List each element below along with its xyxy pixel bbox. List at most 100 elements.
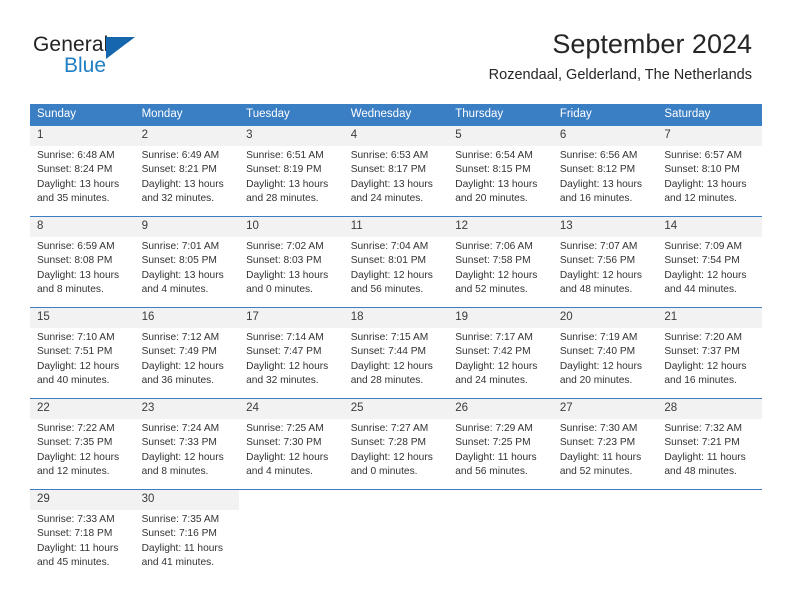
- day-details: Sunrise: 7:25 AM Sunset: 7:30 PM Daylight:…: [239, 419, 344, 480]
- daylight-text-line2: and 52 minutes.: [455, 284, 528, 296]
- calendar-cell[interactable]: 4 Sunrise: 6:53 AM Sunset: 8:17 PM Daylight…: [343, 125, 449, 217]
- sunrise-text: Sunrise: 7:10 AM: [37, 332, 115, 343]
- weekday-header-sunday: Sunday: [30, 104, 135, 126]
- daylight-text-line2: and 12 minutes.: [37, 466, 110, 478]
- calendar-cell[interactable]: 2 Sunrise: 6:49 AM Sunset: 8:21 PM Daylight…: [134, 125, 240, 217]
- daylight-text-line1: Daylight: 13 hours: [141, 269, 224, 281]
- day-number: 30: [134, 490, 240, 510]
- calendar-cell[interactable]: 25 Sunrise: 7:27 AM Sunset: 7:28 PM Dayligh…: [343, 398, 449, 490]
- logo-text-blue: Blue: [64, 54, 107, 77]
- day-number: [239, 490, 344, 510]
- daylight-text-line1: Daylight: 13 hours: [246, 269, 329, 281]
- sunset-text: Sunset: 7:35 PM: [37, 437, 113, 449]
- day-details: Sunrise: 7:02 AM Sunset: 8:03 PM Daylight:…: [239, 237, 344, 298]
- calendar-cell[interactable]: 29 Sunrise: 7:33 AM Sunset: 7:18 PM Dayligh…: [30, 489, 135, 580]
- calendar-cell[interactable]: 5 Sunrise: 6:54 AM Sunset: 8:15 PM Daylight…: [448, 125, 553, 217]
- day-number: 11: [343, 217, 449, 237]
- calendar-cell[interactable]: 11 Sunrise: 7:04 AM Sunset: 8:01 PM Dayligh…: [343, 216, 449, 308]
- daylight-text-line1: Daylight: 12 hours: [559, 360, 642, 372]
- calendar-cell[interactable]: 19 Sunrise: 7:17 AM Sunset: 7:42 PM Dayligh…: [448, 307, 553, 399]
- calendar-cell[interactable]: 18 Sunrise: 7:15 AM Sunset: 7:44 PM Dayligh…: [343, 307, 449, 399]
- calendar-cell[interactable]: 26 Sunrise: 7:29 AM Sunset: 7:25 PM Dayligh…: [448, 398, 553, 490]
- sunset-text: Sunset: 7:47 PM: [246, 346, 322, 358]
- day-details: Sunrise: 7:33 AM Sunset: 7:18 PM Daylight:…: [30, 510, 135, 571]
- calendar-cell[interactable]: 16 Sunrise: 7:12 AM Sunset: 7:49 PM Dayligh…: [134, 307, 240, 399]
- weekday-header-saturday: Saturday: [657, 104, 762, 126]
- calendar-cell[interactable]: 21 Sunrise: 7:20 AM Sunset: 7:37 PM Dayligh…: [657, 307, 762, 399]
- calendar-cell[interactable]: 12 Sunrise: 7:06 AM Sunset: 7:58 PM Dayligh…: [448, 216, 553, 308]
- day-details: Sunrise: 7:06 AM Sunset: 7:58 PM Daylight:…: [448, 237, 553, 298]
- calendar-cell[interactable]: 1 Sunrise: 6:48 AM Sunset: 8:24 PM Daylight…: [30, 125, 135, 217]
- calendar-cell-empty: [657, 489, 762, 580]
- daylight-text-line2: and 8 minutes.: [141, 466, 209, 478]
- day-number: 26: [448, 399, 553, 419]
- day-number: 16: [134, 308, 240, 328]
- sunrise-text: Sunrise: 7:30 AM: [559, 423, 638, 434]
- daylight-text-line2: and 4 minutes.: [141, 284, 209, 296]
- daylight-text-line1: Daylight: 12 hours: [455, 269, 538, 281]
- calendar-cell[interactable]: 6 Sunrise: 6:56 AM Sunset: 8:12 PM Daylight…: [552, 125, 658, 217]
- daylight-text-line1: Daylight: 12 hours: [246, 360, 329, 372]
- calendar-cell[interactable]: 28 Sunrise: 7:32 AM Sunset: 7:21 PM Dayligh…: [657, 398, 762, 490]
- calendar-cell[interactable]: 20 Sunrise: 7:19 AM Sunset: 7:40 PM Dayligh…: [552, 307, 658, 399]
- sunset-text: Sunset: 7:25 PM: [455, 437, 531, 449]
- calendar-cell[interactable]: 7 Sunrise: 6:57 AM Sunset: 8:10 PM Daylight…: [657, 125, 762, 217]
- day-details: Sunrise: 7:27 AM Sunset: 7:28 PM Daylight:…: [344, 419, 449, 480]
- daylight-text-line1: Daylight: 11 hours: [37, 542, 119, 554]
- calendar-cell[interactable]: 9 Sunrise: 7:01 AM Sunset: 8:05 PM Daylight…: [134, 216, 240, 308]
- calendar-cell[interactable]: 10 Sunrise: 7:02 AM Sunset: 8:03 PM Dayligh…: [239, 216, 344, 308]
- sunrise-text: Sunrise: 7:20 AM: [664, 332, 742, 343]
- daylight-text-line1: Daylight: 12 hours: [455, 360, 538, 372]
- calendar-cell[interactable]: 24 Sunrise: 7:25 AM Sunset: 7:30 PM Dayligh…: [239, 398, 344, 490]
- calendar-page: General Blue September 2024 Rozendaal, G…: [0, 0, 792, 612]
- calendar-cell[interactable]: 13 Sunrise: 7:07 AM Sunset: 7:56 PM Dayligh…: [552, 216, 658, 308]
- day-number: 21: [657, 308, 762, 328]
- calendar-week-row: 8 Sunrise: 6:59 AM Sunset: 8:08 PM Daylight…: [30, 216, 762, 308]
- sunset-text: Sunset: 7:54 PM: [664, 255, 740, 267]
- general-blue-logo[interactable]: General Blue: [33, 33, 213, 81]
- page-title: September 2024: [552, 29, 752, 59]
- daylight-text-line2: and 16 minutes.: [559, 193, 633, 205]
- sunrise-text: Sunrise: 7:09 AM: [664, 241, 742, 252]
- sunset-text: Sunset: 8:08 PM: [37, 255, 113, 267]
- calendar-cell[interactable]: 8 Sunrise: 6:59 AM Sunset: 8:08 PM Daylight…: [30, 216, 135, 308]
- daylight-text-line2: and 28 minutes.: [246, 193, 319, 205]
- day-number: 19: [448, 308, 553, 328]
- day-details: Sunrise: 7:12 AM Sunset: 7:49 PM Daylight:…: [135, 328, 240, 389]
- day-number: 12: [448, 217, 553, 237]
- day-number: 20: [552, 308, 658, 328]
- sunrise-text: Sunrise: 7:24 AM: [141, 423, 220, 434]
- daylight-text-line2: and 28 minutes.: [350, 375, 424, 387]
- sunrise-text: Sunrise: 7:12 AM: [141, 332, 220, 343]
- sunset-text: Sunset: 7:37 PM: [664, 346, 740, 358]
- sunset-text: Sunset: 7:21 PM: [664, 437, 740, 449]
- calendar-cell[interactable]: 17 Sunrise: 7:14 AM Sunset: 7:47 PM Dayligh…: [239, 307, 344, 399]
- daylight-text-line1: Daylight: 12 hours: [246, 451, 329, 463]
- sunset-text: Sunset: 7:58 PM: [455, 255, 531, 267]
- daylight-text-line2: and 16 minutes.: [664, 375, 737, 387]
- calendar-cell[interactable]: 23 Sunrise: 7:24 AM Sunset: 7:33 PM Dayligh…: [134, 398, 240, 490]
- sunrise-text: Sunrise: 7:07 AM: [559, 241, 638, 252]
- weekday-header-tuesday: Tuesday: [239, 104, 344, 126]
- calendar-cell[interactable]: 22 Sunrise: 7:22 AM Sunset: 7:35 PM Dayligh…: [30, 398, 135, 490]
- daylight-text-line1: Daylight: 12 hours: [350, 360, 433, 372]
- day-number: 18: [343, 308, 449, 328]
- sunrise-text: Sunrise: 7:06 AM: [455, 241, 533, 252]
- day-details: Sunrise: 7:24 AM Sunset: 7:33 PM Daylight:…: [135, 419, 240, 480]
- calendar-cell-empty: [448, 489, 553, 580]
- daylight-text-line1: Daylight: 11 hours: [664, 451, 746, 463]
- calendar-cell[interactable]: 27 Sunrise: 7:30 AM Sunset: 7:23 PM Dayligh…: [552, 398, 658, 490]
- sunset-text: Sunset: 8:21 PM: [141, 164, 217, 176]
- calendar-cell[interactable]: 30 Sunrise: 7:35 AM Sunset: 7:16 PM Dayligh…: [134, 489, 240, 580]
- calendar-cell[interactable]: 15 Sunrise: 7:10 AM Sunset: 7:51 PM Dayligh…: [30, 307, 135, 399]
- daylight-text-line2: and 20 minutes.: [559, 375, 633, 387]
- daylight-text-line1: Daylight: 12 hours: [664, 360, 747, 372]
- calendar-cell[interactable]: 14 Sunrise: 7:09 AM Sunset: 7:54 PM Dayligh…: [657, 216, 762, 308]
- calendar-cell[interactable]: 3 Sunrise: 6:51 AM Sunset: 8:19 PM Daylight…: [239, 125, 344, 217]
- day-details: Sunrise: 7:14 AM Sunset: 7:47 PM Daylight:…: [239, 328, 344, 389]
- day-details: Sunrise: 7:29 AM Sunset: 7:25 PM Daylight:…: [448, 419, 553, 480]
- sunrise-text: Sunrise: 6:54 AM: [455, 150, 533, 161]
- daylight-text-line2: and 52 minutes.: [559, 466, 633, 478]
- calendar-cell-empty: [552, 489, 658, 580]
- day-number: 3: [239, 126, 344, 146]
